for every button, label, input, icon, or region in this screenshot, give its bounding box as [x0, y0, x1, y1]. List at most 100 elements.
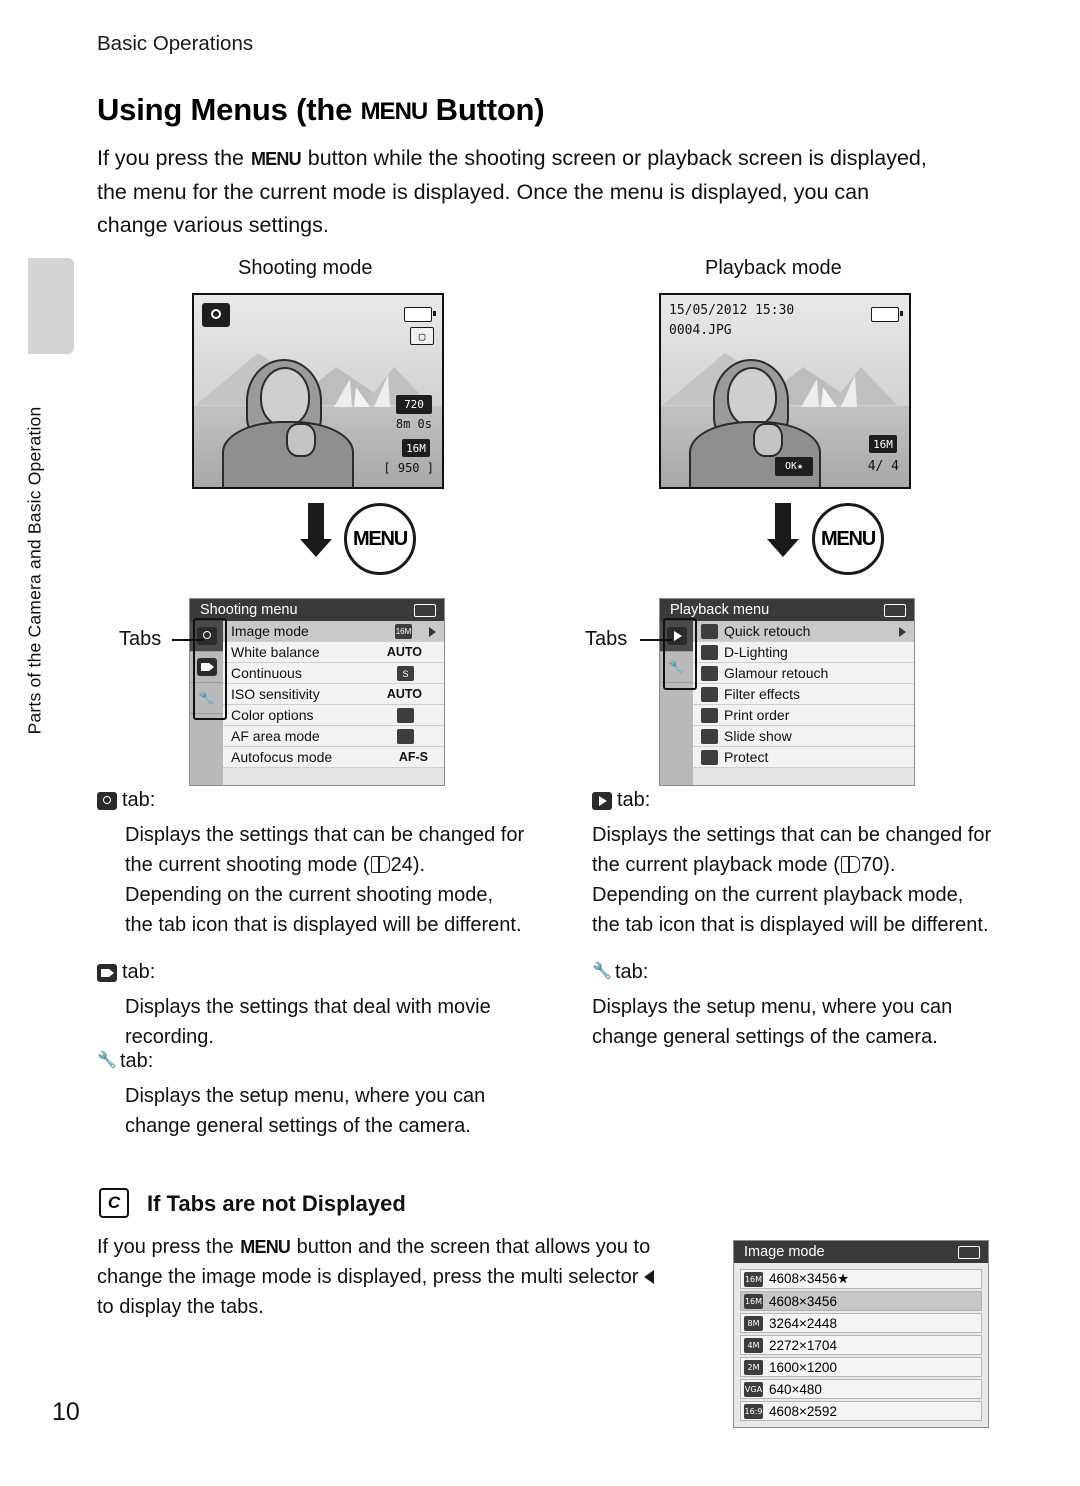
inline-menu-glyph: MENU: [250, 149, 302, 169]
flow-arrow-head-left: [300, 539, 332, 557]
image-mode-row-1[interactable]: 16M 4608×3456: [740, 1291, 982, 1311]
multi-selector-left-icon: [643, 1270, 654, 1284]
shooting-menu-title: Shooting menu: [190, 599, 444, 621]
sail-2: [354, 387, 370, 407]
menu-row-label: Continuous: [231, 665, 302, 681]
shots-remaining: [ 950 ]: [383, 461, 434, 475]
left-desc-2-heading: tab:: [97, 1050, 153, 1073]
d-lighting-icon: [701, 644, 718, 660]
capture-date: 15/05/2012 15:30: [669, 303, 795, 318]
image-size-badge: 4M: [744, 1337, 763, 1353]
menu-row-filter-effects[interactable]: Filter effects: [693, 684, 914, 705]
playback-menu-screenshot: Playback menu 🔧 Quick retouch D-Lighting…: [659, 598, 915, 786]
image-size-badge: 2M: [744, 1359, 763, 1375]
left-desc-0-heading: tab:: [97, 789, 155, 812]
right-desc-0-body: Displays the settings that can be change…: [592, 824, 992, 936]
quick-retouch-icon: [701, 623, 718, 639]
setup-tab-icon: [97, 1050, 117, 1071]
portrait-head: [260, 367, 310, 427]
image-mode-row-2[interactable]: 8M 3264×2448: [740, 1313, 982, 1333]
right-desc-1-body: Displays the setup menu, where you can c…: [592, 996, 953, 1048]
page-title: Using Menus (the MENU Button): [97, 92, 545, 128]
slide-show-icon: [701, 728, 718, 744]
left-desc-2-body: Displays the setup menu, where you can c…: [125, 1085, 486, 1137]
intro-paragraph: If you press the MENU button while the s…: [97, 142, 937, 242]
shooting-menu-title-text: Shooting menu: [200, 602, 298, 618]
shooting-screen-illustration: ▢ 720 8m 0s 16M [ 950 ]: [192, 293, 444, 489]
sail-3: [841, 375, 857, 407]
image-mode-row-label: 4608×3456★: [769, 1271, 850, 1286]
shots-remaining-value: 950: [397, 461, 420, 475]
left-desc-0-body: Displays the settings that can be change…: [125, 824, 525, 936]
menu-row-label: Color options: [231, 707, 314, 723]
menu-row-label: Quick retouch: [724, 623, 811, 639]
menu-row-image-mode[interactable]: Image mode 16M: [223, 621, 444, 642]
battery-icon: [871, 307, 903, 322]
shooting-menu-screenshot: Shooting menu 🔧 Image mode 16M White bal…: [189, 598, 445, 786]
menu-row-protect[interactable]: Protect: [693, 747, 914, 768]
menu-row-quick-retouch[interactable]: Quick retouch: [693, 621, 914, 642]
image-mode-title: Image mode: [734, 1241, 988, 1263]
menu-row-label: ISO sensitivity: [231, 686, 320, 702]
record-time-remaining: 8m 0s: [395, 417, 432, 431]
image-mode-row-label: 640×480: [769, 1381, 822, 1397]
portrait-hand: [286, 423, 316, 457]
portrait-head: [727, 367, 777, 427]
image-size-badge: 8M: [744, 1315, 763, 1331]
reference-book-icon: [840, 856, 860, 873]
left-desc-0-heading-text: tab:: [122, 789, 156, 811]
menu-row-continuous[interactable]: Continuous S: [223, 663, 444, 684]
image-mode-row-0[interactable]: 16M 4608×3456★: [740, 1269, 982, 1289]
battery-icon: [884, 604, 906, 617]
inline-menu-glyph: MENU: [240, 1237, 291, 1257]
image-size-value: 16M: [873, 437, 893, 451]
image-size-badge: 16:9: [744, 1403, 763, 1419]
menu-row-label: Glamour retouch: [724, 665, 829, 681]
portrait-hand: [753, 423, 783, 457]
page-title-post: Button): [427, 92, 545, 127]
menu-row-glamour-retouch[interactable]: Glamour retouch: [693, 663, 914, 684]
right-desc-1-heading: tab:: [592, 961, 648, 984]
menu-row-label: White balance: [231, 644, 320, 660]
left-desc-1-heading-text: tab:: [122, 961, 156, 983]
chevron-right-icon: [429, 627, 436, 637]
image-mode-row-6[interactable]: 16:9 4608×2592: [740, 1401, 982, 1421]
page-title-pre: Using Menus (the: [97, 92, 361, 127]
chevron-right-icon: [899, 627, 906, 637]
playback-menu-title-text: Playback menu: [670, 602, 770, 618]
battery-icon: [414, 604, 436, 617]
image-mode-row-label: 2272×1704: [769, 1337, 837, 1353]
left-desc-0-ref: 24: [390, 854, 413, 876]
image-mode-row-label: 4608×3456: [769, 1293, 837, 1309]
playback-mode-heading: Playback mode: [705, 257, 842, 279]
menu-row-value: AF-S: [398, 750, 428, 764]
movie-tab-icon: [97, 963, 117, 982]
shooting-mode-tab-icon: [97, 791, 117, 810]
image-size-badge: 16M: [744, 1293, 763, 1309]
menu-row-label: Print order: [724, 707, 790, 723]
sail-2: [821, 387, 837, 407]
menu-row-color-options[interactable]: Color options: [223, 705, 444, 726]
menu-row-autofocus-mode[interactable]: Autofocus mode AF-S: [223, 747, 444, 768]
print-order-icon: [701, 707, 718, 723]
image-mode-row-4[interactable]: 2M 1600×1200: [740, 1357, 982, 1377]
right-desc-0-heading-text: tab:: [617, 789, 651, 811]
menu-row-iso-sensitivity[interactable]: ISO sensitivity AUTO: [223, 684, 444, 705]
flow-arrow-shaft-right: [775, 503, 791, 539]
note-body-pre: If you press the: [97, 1236, 240, 1258]
image-mode-row-5[interactable]: VGA 640×480: [740, 1379, 982, 1399]
note-body-post: to display the tabs.: [97, 1296, 264, 1318]
menu-row-white-balance[interactable]: White balance AUTO: [223, 642, 444, 663]
shooting-mode-heading: Shooting mode: [238, 257, 373, 279]
menu-row-print-order[interactable]: Print order: [693, 705, 914, 726]
menu-row-slide-show[interactable]: Slide show: [693, 726, 914, 747]
menu-row-af-area-mode[interactable]: AF area mode: [223, 726, 444, 747]
frame-counter: 4/ 4: [867, 459, 899, 474]
retouch-guide-badge: OK★: [775, 457, 813, 476]
right-desc-1-heading-text: tab:: [615, 961, 649, 983]
tabs-callout-box-right: [663, 618, 697, 690]
left-desc-1-body: Displays the settings that deal with mov…: [125, 996, 491, 1048]
menu-button-icon-left: MENU: [344, 503, 416, 575]
menu-row-d-lighting[interactable]: D-Lighting: [693, 642, 914, 663]
image-mode-row-3[interactable]: 4M 2272×1704: [740, 1335, 982, 1355]
